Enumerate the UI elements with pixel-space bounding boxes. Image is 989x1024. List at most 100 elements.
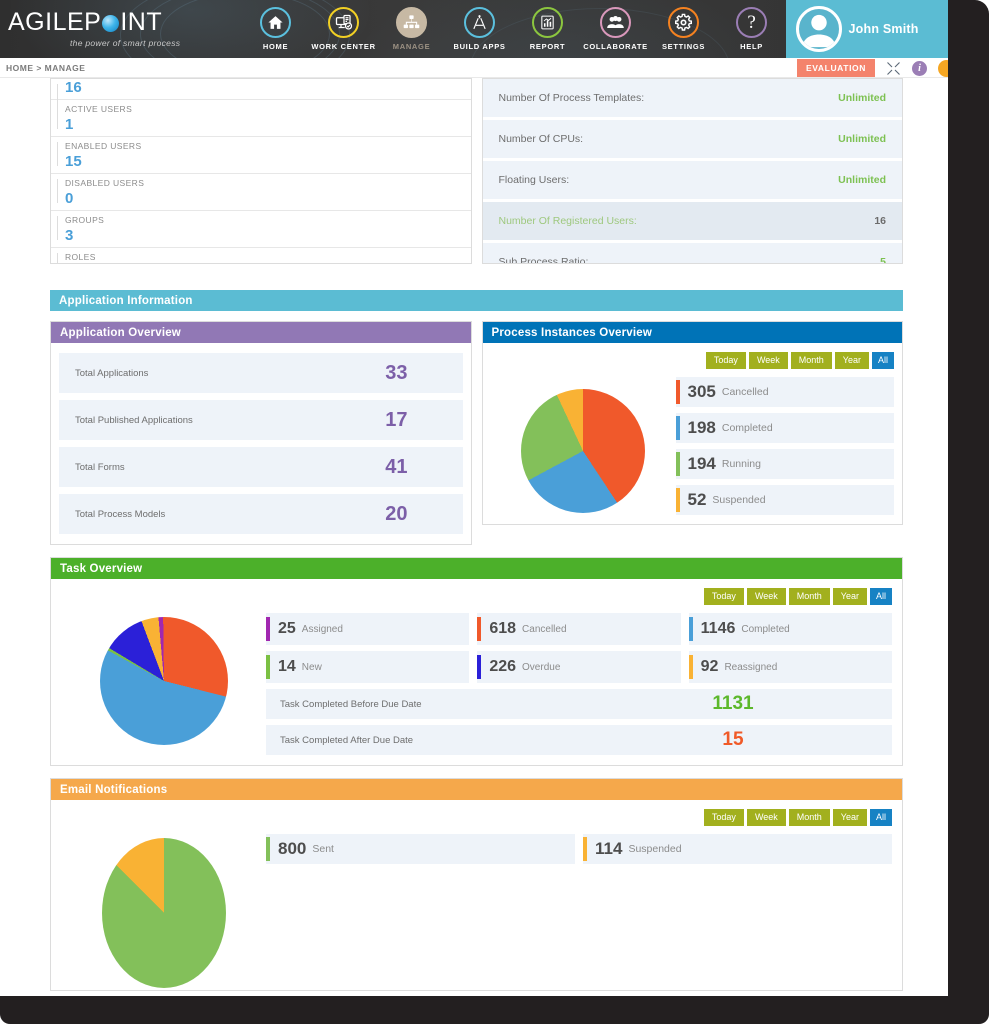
nav-item-help[interactable]: ? HELP [718, 0, 786, 58]
legend-value: 14 [278, 658, 296, 676]
app-overview-row: Total Forms 41 [59, 447, 463, 487]
email-notifications-pie-chart [102, 838, 226, 988]
legend-label: Assigned [302, 624, 343, 635]
row-value: 1131 [588, 693, 878, 715]
legend-value: 1146 [701, 620, 736, 638]
filter-week-button[interactable]: Week [747, 588, 786, 605]
nav-item-work-center[interactable]: WORK CENTER [310, 0, 378, 58]
manage-icon [396, 7, 427, 38]
app-row-value: 20 [385, 503, 407, 526]
legend-value: 226 [489, 658, 516, 676]
frame-edge-right [947, 0, 989, 1005]
nav-item-manage[interactable]: MANAGE [378, 0, 446, 58]
legend-value: 618 [489, 620, 516, 638]
nav-label: BUILD APPS [453, 42, 505, 51]
filter-year-button[interactable]: Year [833, 588, 867, 605]
legend-item: 52 Suspended [676, 485, 895, 515]
app-row-label: Total Published Applications [75, 415, 193, 426]
stat-row: ROLES 6 [51, 248, 471, 264]
nav-label: HELP [740, 42, 763, 51]
filter-group-email: Today Week Month Year All [61, 809, 892, 826]
nav-item-home[interactable]: HOME [242, 0, 310, 58]
legend-color-swatch [676, 380, 680, 404]
legend-value: 800 [278, 839, 306, 859]
panel-title: Application Overview [51, 322, 471, 343]
legend-color-swatch [583, 837, 587, 861]
filter-month-button[interactable]: Month [789, 588, 830, 605]
legend-value: 25 [278, 620, 296, 638]
nav-item-collaborate[interactable]: COLLABORATE [582, 0, 650, 58]
stat-row: DISABLED USERS 0 [51, 174, 471, 211]
legend-item: 800 Sent [266, 834, 575, 864]
stat-label: GROUPS [65, 214, 471, 227]
task-completed-after-due-row: Task Completed After Due Date 15 [266, 725, 892, 755]
clock-icon[interactable] [938, 60, 946, 77]
filter-today-button[interactable]: Today [706, 352, 746, 369]
stat-value: 0 [65, 190, 471, 207]
stat-label: ACTIVE USERS [65, 103, 471, 116]
application-overview-panel: Application Overview Total Applications … [50, 321, 472, 545]
panel-title: Process Instances Overview [483, 322, 903, 343]
filter-year-button[interactable]: Year [833, 809, 867, 826]
stat-value: 16 [65, 79, 471, 96]
panel-title: Email Notifications [51, 779, 902, 800]
license-value: 5 [880, 256, 886, 264]
brand-logo[interactable]: AGILEP INT the power of smart process [0, 0, 242, 58]
filter-week-button[interactable]: Week [747, 809, 786, 826]
legend-label: Cancelled [522, 624, 566, 635]
user-name: John Smith [849, 22, 919, 36]
legend-color-swatch [676, 416, 680, 440]
legend-label: Running [722, 458, 761, 470]
license-name: Floating Users: [499, 174, 570, 186]
filter-month-button[interactable]: Month [789, 809, 830, 826]
filter-week-button[interactable]: Week [749, 352, 788, 369]
legend-item: 198 Completed [676, 413, 895, 443]
filter-all-button[interactable]: All [870, 588, 892, 605]
user-menu[interactable]: John Smith [786, 0, 948, 58]
license-row: Number Of Process Templates: Unlimited [483, 79, 903, 117]
nav-item-build-apps[interactable]: BUILD APPS [446, 0, 514, 58]
app-overview-row: Total Published Applications 17 [59, 400, 463, 440]
legend-item: 1146 Completed [689, 613, 892, 645]
main-nav: HOME WORK CENTER [242, 0, 786, 58]
collaborate-icon [600, 7, 631, 38]
filter-today-button[interactable]: Today [704, 809, 744, 826]
section-title-application-information: Application Information [50, 290, 903, 311]
filter-month-button[interactable]: Month [791, 352, 832, 369]
task-overview-pie-chart [100, 617, 228, 745]
legend-label: Completed [741, 624, 789, 635]
nav-item-report[interactable]: REPORT [514, 0, 582, 58]
filter-year-button[interactable]: Year [835, 352, 869, 369]
filter-all-button[interactable]: All [870, 809, 892, 826]
task-completed-before-due-row: Task Completed Before Due Date 1131 [266, 689, 892, 719]
email-chart-area: 800 Sent 114 Suspended [61, 834, 892, 988]
app-row-value: 33 [385, 362, 407, 385]
task-overview-row: Task Overview Today Week Month Year All [0, 545, 948, 766]
breadcrumb[interactable]: HOME > MANAGE [6, 63, 85, 73]
dashboard-page: 16 ACTIVE USERS 1 ENABLED USERS 15 DISAB… [0, 78, 948, 991]
row-label: Task Completed After Due Date [280, 735, 413, 746]
email-notifications-row: Email Notifications Today Week Month Yea… [0, 766, 948, 991]
email-notifications-panel: Email Notifications Today Week Month Yea… [50, 778, 903, 991]
brand-wordmark: AGILEP INT [8, 10, 242, 35]
legend-value: 52 [688, 490, 707, 510]
filter-today-button[interactable]: Today [704, 588, 744, 605]
legend-color-swatch [266, 617, 270, 641]
info-icon[interactable]: i [912, 61, 927, 76]
license-row: Number Of Registered Users: 16 [483, 202, 903, 240]
settings-gear-icon [668, 7, 699, 38]
filter-all-button[interactable]: All [872, 352, 894, 369]
nav-item-settings[interactable]: SETTINGS [650, 0, 718, 58]
stat-row: GROUPS 3 [51, 211, 471, 248]
legend-item: 305 Cancelled [676, 377, 895, 407]
legend-item: 14 New [266, 651, 469, 683]
legend-color-swatch [477, 617, 481, 641]
legend-label: Reassigned [724, 662, 777, 673]
legend-color-swatch [266, 655, 270, 679]
legend-item: 194 Running [676, 449, 895, 479]
collapse-arrows-icon[interactable] [886, 61, 901, 76]
nav-label: HOME [263, 42, 288, 51]
email-legend: 800 Sent 114 Suspended [266, 834, 892, 864]
stat-row: ACTIVE USERS 1 [51, 100, 471, 137]
license-row: Number Of CPUs: Unlimited [483, 120, 903, 158]
